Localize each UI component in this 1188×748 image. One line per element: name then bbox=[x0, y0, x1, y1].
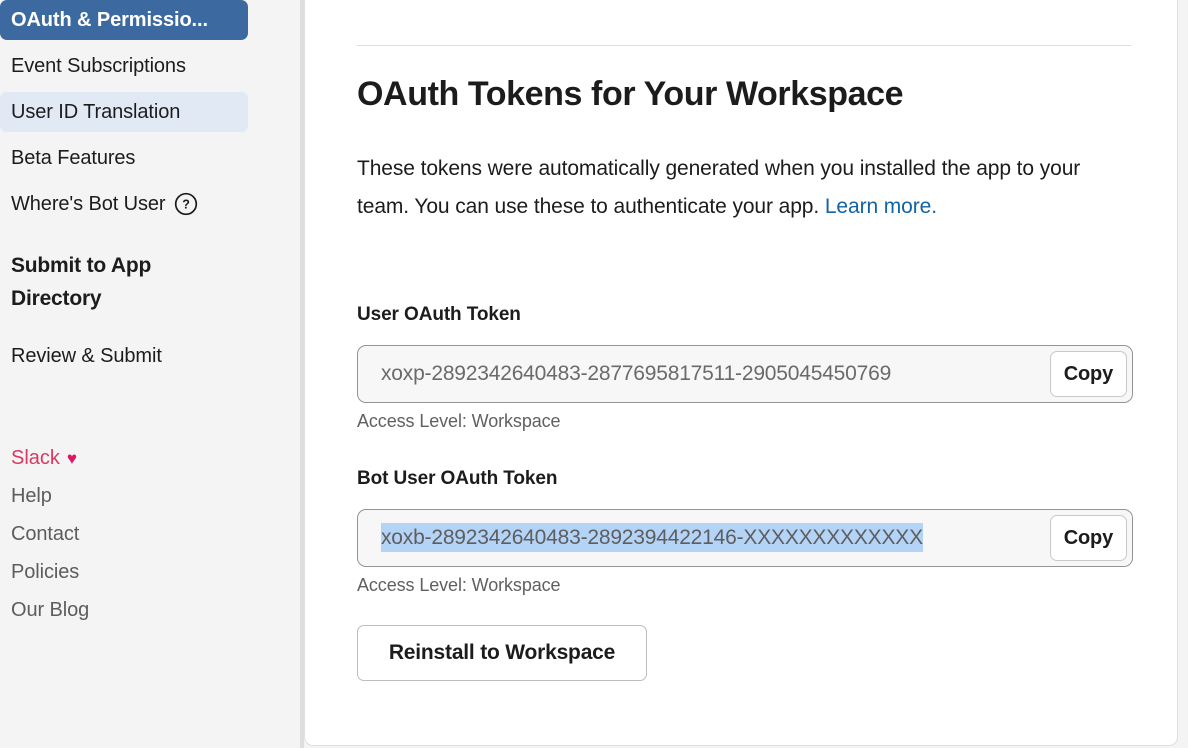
intro-text: These tokens were automatically generate… bbox=[357, 157, 1081, 218]
copy-user-token-button[interactable]: Copy bbox=[1049, 351, 1127, 397]
intro-paragraph: These tokens were automatically generate… bbox=[357, 150, 1125, 226]
sidebar-section-list: Review & Submit bbox=[0, 336, 300, 376]
sidebar-item-label: Beta Features bbox=[11, 146, 136, 169]
app-root: OAuth & Permissio... Event Subscriptions… bbox=[0, 0, 1188, 748]
bot-token-access-level: Access Level: Workspace bbox=[357, 575, 561, 595]
sidebar-item-label: Event Subscriptions bbox=[11, 54, 186, 77]
sidebar: OAuth & Permissio... Event Subscriptions… bbox=[0, 0, 304, 748]
sidebar-footer-links: Help Contact Policies Our Blog bbox=[0, 477, 300, 629]
sidebar-section-heading: Submit to App Directory bbox=[11, 254, 152, 310]
sidebar-item-oauth-permissions[interactable]: OAuth & Permissio... bbox=[0, 0, 248, 40]
sidebar-item-label: OAuth & Permissio... bbox=[11, 8, 208, 31]
bot-user-oauth-token-field[interactable]: xoxb-2892342640483-2892394422146-XXXXXXX… bbox=[357, 509, 1133, 567]
sidebar-item-event-subscriptions[interactable]: Event Subscriptions bbox=[0, 46, 248, 86]
footer-link-our-blog[interactable]: Our Blog bbox=[11, 591, 300, 629]
copy-bot-token-button[interactable]: Copy bbox=[1049, 515, 1127, 561]
sidebar-item-label: Where's Bot User bbox=[11, 192, 166, 215]
user-oauth-token-label: User OAuth Token bbox=[357, 304, 521, 325]
user-oauth-token-value[interactable]: xoxp-2892342640483-2877695817511-2905045… bbox=[358, 346, 1050, 402]
sidebar-item-wheres-bot-user[interactable]: Where's Bot User ? bbox=[0, 184, 248, 224]
user-oauth-token-field[interactable]: xoxp-2892342640483-2877695817511-2905045… bbox=[357, 345, 1133, 403]
svg-text:?: ? bbox=[183, 198, 191, 212]
sidebar-item-review-submit[interactable]: Review & Submit bbox=[0, 336, 248, 376]
slack-brand-label: Slack bbox=[11, 446, 60, 469]
heart-icon: ♥ bbox=[66, 448, 77, 468]
user-token-access-level: Access Level: Workspace bbox=[357, 411, 561, 431]
page-title: OAuth Tokens for Your Workspace bbox=[357, 75, 904, 113]
footer-link-policies[interactable]: Policies bbox=[11, 553, 300, 591]
bot-user-oauth-token-label: Bot User OAuth Token bbox=[357, 468, 558, 489]
sidebar-item-label: Review & Submit bbox=[11, 344, 162, 367]
slack-brand-link[interactable]: Slack ♥ bbox=[11, 439, 300, 477]
footer-link-help[interactable]: Help bbox=[11, 477, 300, 515]
sidebar-item-beta-features[interactable]: Beta Features bbox=[0, 138, 248, 178]
sidebar-item-label: User ID Translation bbox=[11, 100, 181, 123]
oauth-tokens-card: OAuth Tokens for Your Workspace These to… bbox=[304, 0, 1178, 746]
content-area: OAuth Tokens for Your Workspace These to… bbox=[304, 0, 1188, 748]
footer-link-contact[interactable]: Contact bbox=[11, 515, 300, 553]
bot-user-oauth-token-value[interactable]: xoxb-2892342640483-2892394422146-XXXXXXX… bbox=[358, 510, 1050, 566]
reinstall-to-workspace-button[interactable]: Reinstall to Workspace bbox=[357, 625, 647, 681]
sidebar-item-user-id-translation[interactable]: User ID Translation bbox=[0, 92, 248, 132]
help-circle-icon[interactable]: ? bbox=[174, 192, 198, 216]
sidebar-nav-list: OAuth & Permissio... Event Subscriptions… bbox=[0, 0, 300, 224]
selected-token-text[interactable]: xoxb-2892342640483-2892394422146-XXXXXXX… bbox=[381, 523, 923, 552]
section-divider bbox=[357, 45, 1131, 46]
learn-more-link[interactable]: Learn more. bbox=[825, 195, 937, 218]
